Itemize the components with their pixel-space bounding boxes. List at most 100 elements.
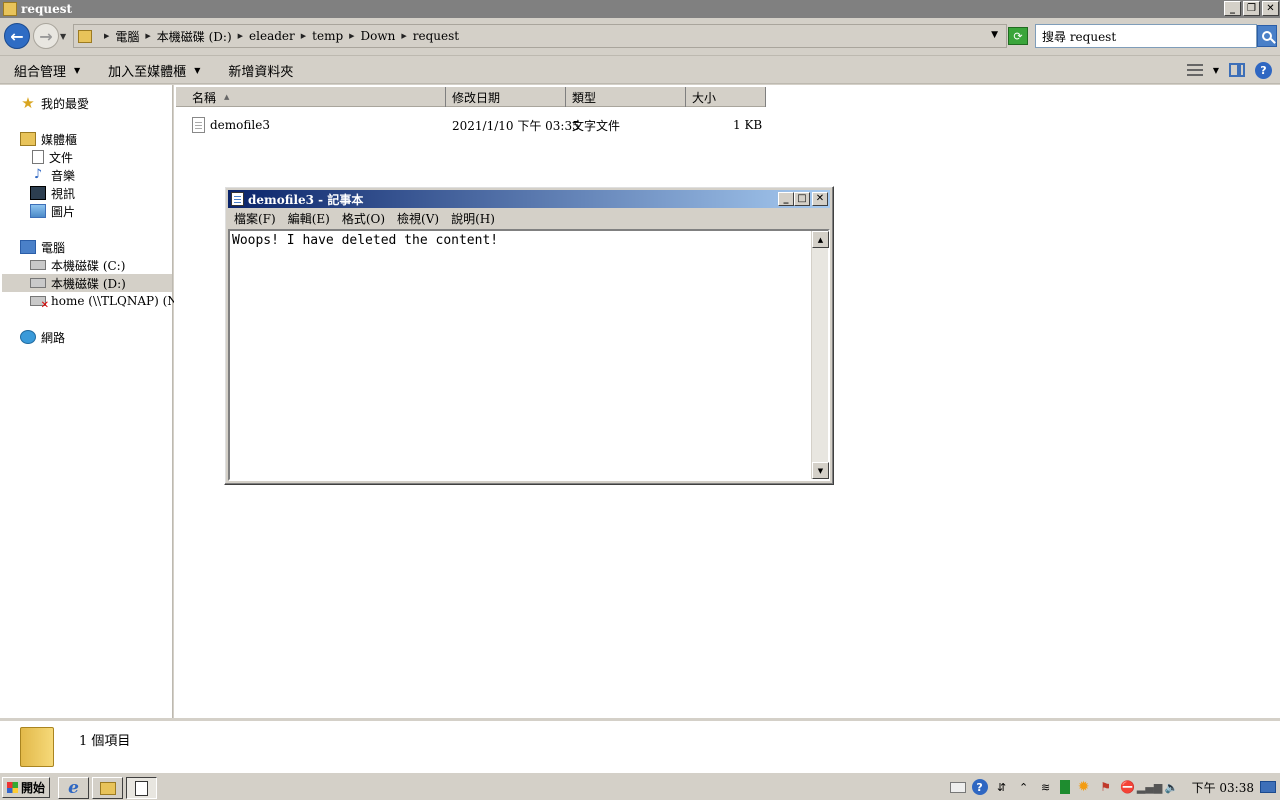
nav-item-libraries[interactable]: 媒體櫃 (20, 130, 77, 148)
close-button[interactable]: ✕ (1262, 1, 1279, 16)
show-desktop-icon[interactable] (1260, 781, 1276, 793)
notepad-close-button[interactable]: ✕ (812, 192, 828, 206)
nav-item-music[interactable]: ♪ 音樂 (30, 166, 75, 184)
column-header-date[interactable]: 修改日期 (446, 87, 566, 107)
menu-file[interactable]: 檔案(F) (228, 210, 282, 227)
nav-item-computer[interactable]: 電腦 (20, 238, 65, 256)
search-button[interactable] (1257, 25, 1277, 47)
breadcrumb-eleader[interactable]: eleader (249, 29, 295, 43)
security-alert-icon[interactable]: ⚑ (1098, 779, 1114, 795)
chevron-up-icon[interactable]: ⌃ (1016, 779, 1032, 795)
file-row[interactable]: demofile3 2021/1/10 下午 03:35 文字文件 1 KB (192, 115, 772, 135)
sort-ascending-icon: ▲ (224, 93, 230, 101)
explorer-title-bar[interactable]: request _ ❐ ✕ (0, 0, 1280, 18)
chevron-down-icon[interactable]: ▼ (1213, 66, 1219, 75)
organize-button[interactable]: 組合管理 ▼ (0, 57, 94, 84)
notepad-text-area[interactable]: Woops! I have deleted the content! ▲ ▼ (228, 229, 830, 481)
clock[interactable]: 下午 03:38 (1192, 779, 1254, 796)
document-icon (32, 150, 44, 164)
nav-item-videos[interactable]: 視訊 (30, 184, 75, 202)
address-dropdown-chevron-icon[interactable]: ▼ (991, 30, 998, 40)
item-count: 1 個項目 (79, 734, 131, 749)
chevron-down-icon: ▼ (194, 65, 201, 75)
start-button[interactable]: 開始 (2, 777, 50, 798)
notepad-icon (231, 192, 244, 206)
taskbar-explorer[interactable] (92, 777, 123, 799)
file-date: 2021/1/10 下午 03:35 (452, 118, 580, 133)
chevron-right-icon[interactable]: ▶ (238, 32, 243, 40)
breadcrumb-drive-d[interactable]: 本機磁碟 (D:) (157, 28, 232, 45)
taskbar-internet-explorer[interactable]: e (58, 777, 89, 799)
menu-help[interactable]: 說明(H) (445, 210, 501, 227)
chevron-right-icon[interactable]: ▶ (145, 32, 150, 40)
taskbar-notepad[interactable] (126, 777, 157, 799)
notepad-window[interactable]: demofile3 - 記事本 _ □ ✕ 檔案(F) 編輯(E) 格式(O) … (224, 186, 834, 485)
text-file-icon (192, 117, 205, 133)
chevron-right-icon[interactable]: ▶ (301, 32, 306, 40)
nav-item-drive-c[interactable]: 本機磁碟 (C:) (30, 256, 125, 274)
keyboard-icon[interactable] (949, 781, 966, 793)
back-button[interactable]: ← (4, 23, 30, 49)
search-input[interactable]: 搜尋 request (1035, 24, 1257, 48)
system-tray: ? ⇵ ⌃ ≋ ✹ ⚑ ⛔ ▂▄▆ 🔈 下午 03:38 (949, 775, 1280, 799)
green-app-icon[interactable] (1059, 780, 1070, 794)
language-bar-icon[interactable]: ⇵ (994, 779, 1010, 795)
chevron-right-icon[interactable]: ▶ (401, 32, 406, 40)
volume-icon[interactable]: 🔈 (1164, 779, 1180, 795)
menu-view[interactable]: 檢視(V) (391, 210, 445, 227)
network-signal-icon[interactable]: ▂▄▆ (1137, 779, 1162, 795)
scroll-down-button[interactable]: ▼ (812, 462, 829, 479)
nav-item-favorites[interactable]: ★ 我的最愛 (20, 94, 89, 112)
breadcrumb-down[interactable]: Down (361, 29, 396, 43)
column-header-name[interactable]: 名稱 ▲ (176, 87, 446, 107)
column-header-size[interactable]: 大小 (686, 87, 766, 107)
scroll-up-button[interactable]: ▲ (812, 231, 829, 248)
menu-edit[interactable]: 編輯(E) (282, 210, 336, 227)
chevron-right-icon[interactable]: ▶ (349, 32, 354, 40)
column-header-type[interactable]: 類型 (566, 87, 686, 107)
nav-item-drive-n[interactable]: home (\\TLQNAP) (N:) (30, 292, 186, 311)
nav-item-network[interactable]: 網路 (20, 328, 65, 346)
nav-item-pictures[interactable]: 圖片 (30, 202, 75, 220)
forward-button[interactable]: → (33, 23, 59, 49)
drive-icon (30, 278, 46, 288)
folder-icon (99, 781, 116, 795)
star-icon: ★ (21, 94, 35, 112)
view-options-icon[interactable] (1186, 64, 1203, 76)
notepad-minimize-button[interactable]: _ (778, 192, 794, 206)
folder-icon (3, 2, 17, 16)
notepad-menu-bar: 檔案(F) 編輯(E) 格式(O) 檢視(V) 說明(H) (228, 209, 830, 228)
breadcrumb-request[interactable]: request (413, 29, 459, 43)
restore-button[interactable]: ❐ (1243, 1, 1260, 16)
picture-icon (30, 204, 46, 218)
details-pane: 1 個項目 (0, 718, 1280, 772)
library-icon (20, 132, 36, 146)
vertical-scrollbar[interactable]: ▲ ▼ (811, 231, 829, 479)
new-folder-button[interactable]: 新增資料夾 (214, 57, 307, 84)
refresh-button[interactable]: ⟳ (1008, 27, 1028, 45)
nav-item-drive-d[interactable]: 本機磁碟 (D:) (2, 274, 172, 292)
notepad-title-bar[interactable]: demofile3 - 記事本 _ □ ✕ (228, 190, 830, 208)
help-icon[interactable]: ? (1255, 61, 1272, 79)
menu-format[interactable]: 格式(O) (336, 210, 391, 227)
notepad-maximize-button[interactable]: □ (794, 192, 810, 206)
nav-item-documents[interactable]: 文件 (32, 148, 73, 166)
safely-remove-hardware-icon[interactable]: ⛔ (1120, 779, 1136, 795)
chevron-down-icon: ▼ (74, 65, 81, 75)
breadcrumb-computer[interactable]: 電腦 (115, 28, 139, 45)
search-icon (1262, 31, 1272, 41)
folder-icon (20, 727, 54, 767)
minimize-button[interactable]: _ (1224, 1, 1241, 16)
add-to-library-button[interactable]: 加入至媒體櫃 ▼ (94, 57, 214, 84)
antivirus-icon[interactable]: ✹ (1076, 779, 1092, 795)
preview-pane-icon[interactable] (1229, 63, 1245, 77)
film-icon (30, 186, 46, 200)
help-icon[interactable]: ? (971, 779, 988, 795)
breadcrumb-temp[interactable]: temp (312, 29, 343, 43)
file-type: 文字文件 (572, 118, 621, 133)
app-tray-icon[interactable]: ≋ (1038, 779, 1054, 795)
column-headers: 名稱 ▲ 修改日期 類型 大小 (176, 87, 766, 107)
recent-pages-chevron-icon[interactable]: ▼ (60, 32, 66, 41)
chevron-right-icon[interactable]: ▶ (104, 32, 109, 40)
address-bar[interactable]: ▶ 電腦 ▶ 本機磁碟 (D:) ▶ eleader ▶ temp ▶ Down… (73, 24, 1007, 48)
